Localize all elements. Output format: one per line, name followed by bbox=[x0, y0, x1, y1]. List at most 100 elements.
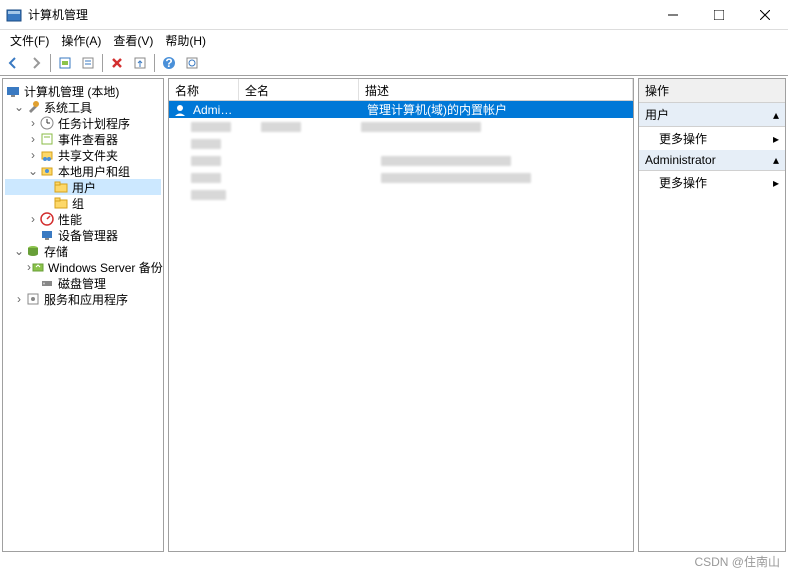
actions-section-users[interactable]: 用户 ▴ bbox=[639, 103, 785, 127]
share-icon bbox=[39, 147, 55, 163]
tree-task-scheduler[interactable]: › 任务计划程序 bbox=[5, 115, 161, 131]
backup-icon bbox=[31, 259, 45, 275]
tree-label: 设备管理器 bbox=[58, 227, 118, 244]
twisty-collapsed-icon[interactable]: › bbox=[27, 116, 39, 130]
list-header: 名称 全名 描述 bbox=[169, 79, 633, 101]
tree-label: 存储 bbox=[44, 243, 68, 260]
tree-label: 用户 bbox=[72, 179, 96, 196]
services-icon bbox=[25, 291, 41, 307]
header-name[interactable]: 名称 bbox=[169, 79, 239, 100]
tree-label: 服务和应用程序 bbox=[44, 291, 128, 308]
tree-performance[interactable]: › 性能 bbox=[5, 211, 161, 227]
list-row-blurred[interactable] bbox=[169, 186, 633, 203]
list-row-blurred[interactable] bbox=[169, 118, 633, 135]
twisty-expanded-icon[interactable]: ⌄ bbox=[13, 100, 25, 114]
actions-more-users[interactable]: 更多操作 ▸ bbox=[639, 127, 785, 150]
cell-desc: 管理计算机(域)的内置帐户 bbox=[361, 101, 633, 119]
tree-root[interactable]: 计算机管理 (本地) bbox=[5, 83, 161, 99]
toolbar: ? bbox=[0, 50, 788, 76]
window-title: 计算机管理 bbox=[28, 6, 650, 23]
tree-label: 本地用户和组 bbox=[58, 163, 130, 180]
watermark: CSDN @住南山 bbox=[694, 553, 780, 568]
action-label: 更多操作 bbox=[659, 130, 707, 147]
header-desc[interactable]: 描述 bbox=[359, 79, 633, 100]
storage-icon bbox=[25, 243, 41, 259]
toolbar-separator bbox=[102, 54, 103, 72]
tree-label: 任务计划程序 bbox=[58, 115, 130, 132]
tree-storage[interactable]: ⌄ 存储 bbox=[5, 243, 161, 259]
tree-shared-folders[interactable]: › 共享文件夹 bbox=[5, 147, 161, 163]
tree-label: 共享文件夹 bbox=[58, 147, 118, 164]
menu-view[interactable]: 查看(V) bbox=[107, 30, 159, 51]
action-label: 更多操作 bbox=[659, 174, 707, 191]
folder-icon bbox=[53, 195, 69, 211]
forward-button[interactable] bbox=[25, 52, 47, 74]
back-button[interactable] bbox=[2, 52, 24, 74]
cell-name: Administrat... bbox=[187, 102, 241, 118]
tree-label: 计算机管理 (本地) bbox=[24, 83, 119, 100]
tree-event-viewer[interactable]: › 事件查看器 bbox=[5, 131, 161, 147]
actions-more-admin[interactable]: 更多操作 ▸ bbox=[639, 171, 785, 194]
tree-windows-server-backup[interactable]: › Windows Server 备份 bbox=[5, 259, 161, 275]
actions-header: 操作 bbox=[639, 79, 785, 103]
submenu-arrow-icon: ▸ bbox=[773, 132, 779, 146]
twisty-expanded-icon[interactable]: ⌄ bbox=[27, 164, 39, 178]
tree-users[interactable]: 用户 bbox=[5, 179, 161, 195]
user-icon bbox=[173, 103, 187, 117]
toolbar-separator bbox=[50, 54, 51, 72]
performance-icon bbox=[39, 211, 55, 227]
computer-icon bbox=[5, 83, 21, 99]
tree-services-apps[interactable]: › 服务和应用程序 bbox=[5, 291, 161, 307]
export-button[interactable] bbox=[129, 52, 151, 74]
menu-help[interactable]: 帮助(H) bbox=[159, 30, 212, 51]
list-row-blurred[interactable] bbox=[169, 169, 633, 186]
tree-label: 系统工具 bbox=[44, 99, 92, 116]
twisty-collapsed-icon[interactable]: › bbox=[27, 132, 39, 146]
header-fullname[interactable]: 全名 bbox=[239, 79, 359, 100]
maximize-button[interactable] bbox=[696, 0, 742, 30]
twisty-collapsed-icon[interactable]: › bbox=[27, 212, 39, 226]
tree-system-tools[interactable]: ⌄ 系统工具 bbox=[5, 99, 161, 115]
help-button[interactable]: ? bbox=[158, 52, 180, 74]
users-folder-icon bbox=[39, 163, 55, 179]
close-button[interactable] bbox=[742, 0, 788, 30]
actions-section-administrator[interactable]: Administrator ▴ bbox=[639, 150, 785, 171]
refresh-button[interactable] bbox=[181, 52, 203, 74]
twisty-expanded-icon[interactable]: ⌄ bbox=[13, 244, 25, 258]
device-icon bbox=[39, 227, 55, 243]
twisty-collapsed-icon[interactable]: › bbox=[27, 148, 39, 162]
list-row-blurred[interactable] bbox=[169, 135, 633, 152]
tree-groups[interactable]: 组 bbox=[5, 195, 161, 211]
toolbar-separator bbox=[154, 54, 155, 72]
app-icon bbox=[6, 7, 22, 23]
list-row-administrator[interactable]: Administrat... 管理计算机(域)的内置帐户 bbox=[169, 101, 633, 118]
event-icon bbox=[39, 131, 55, 147]
tree-disk-management[interactable]: 磁盘管理 bbox=[5, 275, 161, 291]
properties-button[interactable] bbox=[77, 52, 99, 74]
actions-panel: 操作 用户 ▴ 更多操作 ▸ Administrator ▴ 更多操作 ▸ bbox=[638, 78, 786, 552]
tree-device-manager[interactable]: 设备管理器 bbox=[5, 227, 161, 243]
up-button[interactable] bbox=[54, 52, 76, 74]
tree-local-users-groups[interactable]: ⌄ 本地用户和组 bbox=[5, 163, 161, 179]
section-label: 用户 bbox=[645, 106, 669, 123]
list-panel: 名称 全名 描述 Administrat... 管理计算机(域)的内置帐户 bbox=[168, 78, 634, 552]
folder-icon bbox=[53, 179, 69, 195]
menu-file[interactable]: 文件(F) bbox=[4, 30, 55, 51]
tree-label: 磁盘管理 bbox=[58, 275, 106, 292]
titlebar: 计算机管理 bbox=[0, 0, 788, 30]
delete-button[interactable] bbox=[106, 52, 128, 74]
list-row-blurred[interactable] bbox=[169, 152, 633, 169]
submenu-arrow-icon: ▸ bbox=[773, 176, 779, 190]
collapse-icon: ▴ bbox=[773, 108, 779, 122]
minimize-button[interactable] bbox=[650, 0, 696, 30]
menu-action[interactable]: 操作(A) bbox=[55, 30, 107, 51]
tree-label: Windows Server 备份 bbox=[48, 259, 163, 276]
collapse-icon: ▴ bbox=[773, 153, 779, 167]
twisty-collapsed-icon[interactable]: › bbox=[13, 292, 25, 306]
main-body: 计算机管理 (本地) ⌄ 系统工具 › 任务计划程序 › 事件查看器 › 共享文… bbox=[0, 76, 788, 554]
tree-label: 组 bbox=[72, 195, 84, 212]
list-body: Administrat... 管理计算机(域)的内置帐户 bbox=[169, 101, 633, 551]
tree-label: 事件查看器 bbox=[58, 131, 118, 148]
disk-icon bbox=[39, 275, 55, 291]
section-label: Administrator bbox=[645, 153, 716, 167]
